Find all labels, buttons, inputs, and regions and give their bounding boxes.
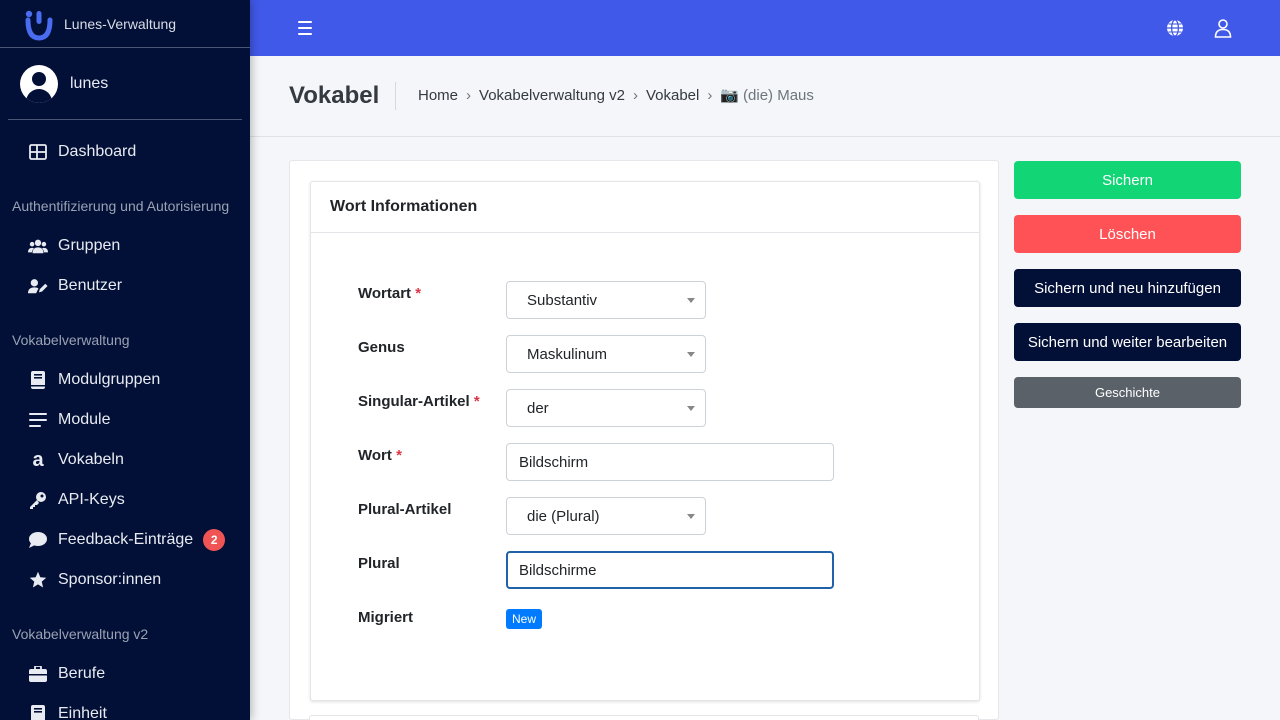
letter-a-icon: a — [32, 448, 44, 471]
book-icon — [28, 370, 48, 390]
sidebar-item-label: Gruppen — [58, 237, 121, 254]
sidebar: Lunes-Verwaltung lunes Dashboard Authent… — [0, 0, 250, 720]
form-row-plural-artikel: Plural-Artikel die (Plural) — [358, 497, 706, 535]
sidebar-item-label: Vokabeln — [58, 451, 124, 468]
menu-toggle-icon[interactable] — [298, 21, 312, 35]
form-panel: Wort Informationen Wortart * Substantiv … — [289, 160, 999, 720]
wortart-label: Wortart * — [358, 285, 422, 302]
caret-down-icon — [687, 514, 695, 519]
globe-icon[interactable] — [1165, 18, 1185, 38]
book-icon — [28, 704, 48, 720]
sidebar-item-einheit[interactable]: Einheit — [0, 694, 250, 720]
breadcrumb-separator: › — [466, 86, 472, 104]
sidebar-item-label: Module — [58, 411, 111, 428]
breadcrumb-current: (die) Maus — [743, 86, 814, 104]
plural-artikel-label: Plural-Artikel — [358, 501, 452, 518]
breadcrumb-vokabel[interactable]: Vokabel — [646, 87, 699, 104]
nav-section-vokabel: Vokabelverwaltung — [12, 332, 130, 348]
star-icon — [28, 570, 48, 590]
save-button[interactable]: Sichern — [1014, 161, 1241, 199]
sidebar-item-feedback[interactable]: Feedback-Einträge 2 — [0, 520, 250, 560]
sidebar-item-module[interactable]: Module — [0, 400, 250, 440]
sidebar-item-label: Sponsor:innen — [58, 571, 162, 588]
caret-down-icon — [687, 298, 695, 303]
form-row-plural: Plural — [358, 551, 834, 589]
sidebar-item-label: Dashboard — [58, 143, 137, 160]
history-button[interactable]: Geschichte — [1014, 377, 1241, 408]
comment-icon — [28, 530, 48, 550]
sidebar-item-vokabeln[interactable]: a Vokabeln — [0, 440, 250, 480]
card-title: Wort Informationen — [311, 182, 979, 233]
wort-input[interactable] — [506, 443, 834, 481]
plural-input[interactable] — [506, 551, 834, 589]
form-row-wortart: Wortart * Substantiv — [358, 281, 706, 319]
feedback-count-badge: 2 — [203, 529, 226, 551]
dashboard-icon — [28, 142, 48, 162]
sidebar-item-sponsoren[interactable]: Sponsor:innen — [0, 560, 250, 600]
nav-section-vokabel-v2: Vokabelverwaltung v2 — [12, 626, 149, 642]
top-navbar — [250, 0, 1280, 56]
brand-link[interactable]: Lunes-Verwaltung — [0, 0, 250, 48]
form-row-wort: Wort * — [358, 443, 834, 481]
sidebar-item-gruppen[interactable]: Gruppen — [0, 226, 250, 266]
sidebar-item-label: Berufe — [58, 665, 106, 682]
content-header: Vokabel Home › Vokabelverwaltung v2 › Vo… — [250, 56, 1280, 137]
form-row-genus: Genus Maskulinum — [358, 335, 706, 373]
nav-section-auth: Authentifizierung und Autorisierung — [12, 198, 230, 214]
genus-select[interactable]: Maskulinum — [506, 335, 706, 373]
plural-artikel-value: die (Plural) — [527, 507, 600, 525]
camera-icon: 📷 — [720, 87, 740, 104]
word-info-card: Wort Informationen Wortart * Substantiv … — [310, 181, 980, 701]
breadcrumb-vokabelverwaltung-v2[interactable]: Vokabelverwaltung v2 — [479, 87, 625, 104]
plural-artikel-select[interactable]: die (Plural) — [506, 497, 706, 535]
singular-artikel-select[interactable]: der — [506, 389, 706, 427]
users-icon — [28, 236, 48, 256]
sidebar-item-api-keys[interactable]: API-Keys — [0, 480, 250, 520]
sidebar-item-modulgruppen[interactable]: Modulgruppen — [0, 360, 250, 400]
plural-label: Plural — [358, 555, 400, 572]
user-icon[interactable] — [1213, 18, 1233, 38]
sidebar-item-berufe[interactable]: Berufe — [0, 654, 250, 694]
singular-artikel-value: der — [527, 399, 549, 417]
sidebar-item-benutzer[interactable]: Benutzer — [0, 266, 250, 306]
next-card — [309, 715, 979, 720]
user-edit-icon — [28, 276, 48, 296]
save-and-continue-button[interactable]: Sichern und weiter bearbeiten — [1014, 323, 1241, 361]
list-icon — [28, 410, 48, 430]
briefcase-icon — [28, 664, 48, 684]
wortart-select[interactable]: Substantiv — [506, 281, 706, 319]
brand-name: Lunes-Verwaltung — [64, 15, 177, 32]
genus-label: Genus — [358, 339, 405, 356]
user-avatar-icon — [20, 64, 58, 103]
migriert-label: Migriert — [358, 609, 414, 626]
wort-label: Wort * — [358, 447, 402, 464]
breadcrumb-separator: › — [707, 86, 713, 104]
caret-down-icon — [687, 406, 695, 411]
breadcrumb-separator: › — [632, 86, 638, 104]
breadcrumb: Home › Vokabelverwaltung v2 › Vokabel › … — [418, 86, 814, 105]
sidebar-nav: Dashboard Authentifizierung und Autorisi… — [0, 120, 250, 720]
caret-down-icon — [687, 352, 695, 357]
migriert-new-badge: New — [506, 609, 543, 629]
user-name: lunes — [70, 74, 109, 92]
save-and-add-button[interactable]: Sichern und neu hinzufügen — [1014, 269, 1241, 307]
sidebar-item-label: API-Keys — [58, 491, 125, 508]
sidebar-item-dashboard[interactable]: Dashboard — [0, 132, 250, 172]
genus-value: Maskulinum — [527, 345, 608, 363]
sidebar-item-label: Benutzer — [58, 277, 123, 294]
sidebar-item-label: Feedback-Einträge — [58, 531, 194, 548]
breadcrumb-home[interactable]: Home — [418, 87, 458, 104]
delete-button[interactable]: Löschen — [1014, 215, 1241, 253]
sidebar-item-label: Modulgruppen — [58, 371, 161, 388]
wortart-value: Substantiv — [527, 291, 598, 309]
lunes-logo-icon — [25, 10, 53, 41]
page-title: Vokabel — [289, 82, 397, 110]
sidebar-item-label: Einheit — [58, 705, 107, 720]
key-icon — [28, 490, 48, 510]
user-panel[interactable]: lunes — [8, 48, 242, 120]
singular-artikel-label: Singular-Artikel * — [358, 393, 480, 410]
form-row-migriert: Migriert New — [358, 605, 543, 629]
form-row-singular-artikel: Singular-Artikel * der — [358, 389, 706, 427]
